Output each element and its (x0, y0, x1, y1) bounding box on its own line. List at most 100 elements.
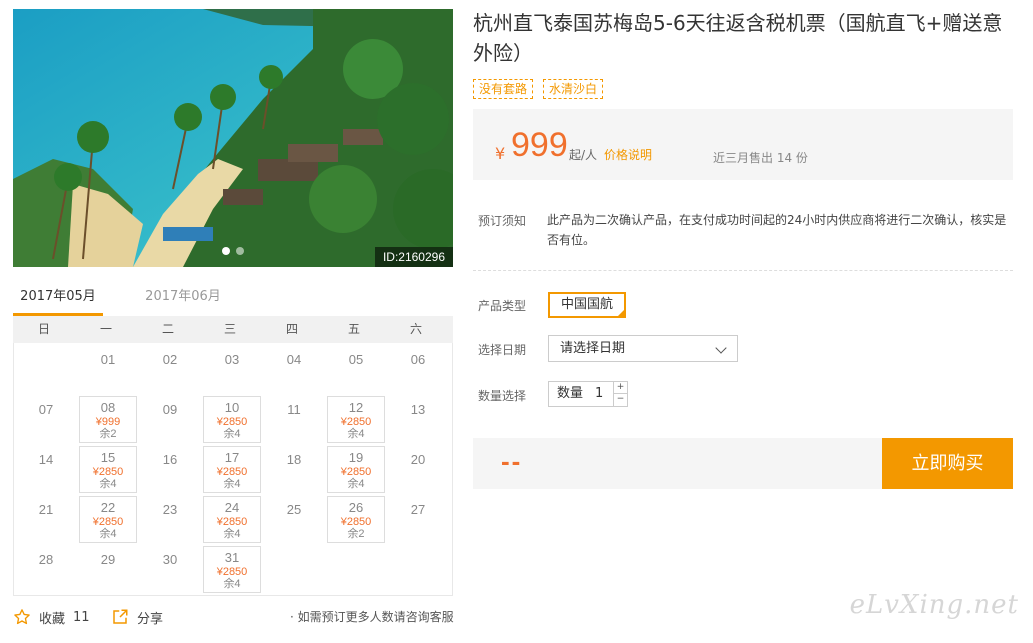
day-number: 02 (162, 352, 178, 367)
carousel-dot-active[interactable] (222, 247, 230, 255)
day-number: 07 (38, 402, 54, 417)
day-remaining: 余4 (99, 528, 117, 540)
divider (473, 270, 1013, 271)
day-number: 25 (286, 502, 302, 517)
buy-now-button[interactable]: 立即购买 (882, 438, 1013, 489)
day-number: 16 (162, 452, 178, 467)
weekday-label: 五 (347, 322, 360, 336)
share-icon (113, 609, 128, 624)
calendar-day: 20 (389, 446, 447, 493)
tag-badge: 没有套路 (473, 79, 534, 99)
calendar-grid: 01 02 03 04 05 06 07 08 ¥999 余2 09 10 ¥2850 余4 11 12 ¥28… (13, 343, 453, 596)
weekday-label: 二 (161, 322, 174, 336)
date-select[interactable]: 请选择日期 (548, 335, 738, 362)
weekday-label: 一 (99, 322, 112, 336)
star-icon (14, 609, 30, 625)
day-price: ¥2850 (216, 516, 248, 528)
carousel-dots[interactable] (222, 247, 244, 255)
calendar-day: 23 (141, 496, 199, 543)
day-number: 29 (100, 552, 116, 567)
day-price: ¥2850 (216, 416, 248, 428)
day-number: 11 (287, 402, 301, 417)
price-amount: 999 (511, 126, 568, 164)
product-type-option[interactable]: 中国国航 (548, 292, 626, 318)
day-number: 13 (410, 402, 426, 417)
product-tags: 没有套路 水清沙白 (473, 79, 604, 99)
product-title: 杭州直飞泰国苏梅岛5-6天往返含税机票（国航直飞+赠送意外险） (473, 11, 1003, 65)
weekday-header: 日 一 二 三 四 五 六 (13, 316, 453, 343)
day-number: 04 (286, 352, 302, 367)
calendar-day-available[interactable]: 17 ¥2850 余4 (203, 446, 261, 493)
favorite-button[interactable]: 收藏 11 (13, 606, 90, 628)
day-remaining: 余2 (347, 528, 365, 540)
tab-month-may[interactable]: 2017年05月 (13, 284, 103, 316)
tag-badge: 水清沙白 (543, 79, 604, 99)
notice-text: 此产品为二次确认产品，在支付成功时间起的24小时内供应商将进行二次确认，核实是否… (547, 213, 1007, 247)
calendar-day: 30 (141, 546, 199, 593)
day-number: 12 (348, 400, 364, 415)
quantity-minus-button[interactable]: − (613, 394, 627, 406)
day-price: ¥2850 (340, 466, 372, 478)
total-price: -- (501, 446, 523, 476)
day-number: 15 (100, 450, 116, 465)
day-number: 18 (286, 452, 302, 467)
day-remaining: 余2 (99, 428, 117, 440)
calendar-day-available[interactable]: 22 ¥2850 余4 (79, 496, 137, 543)
weekday-label: 四 (285, 322, 298, 336)
tab-month-june[interactable]: 2017年06月 (133, 284, 233, 316)
calendar-day-available[interactable]: 15 ¥2850 余4 (79, 446, 137, 493)
day-remaining: 余4 (223, 478, 241, 490)
calendar-day: 28 (17, 546, 75, 593)
price-unit: 起/人 (569, 148, 598, 162)
calendar-day: 25 (265, 496, 323, 543)
day-number: 31 (224, 550, 240, 565)
calendar-day-available[interactable]: 08 ¥999 余2 (79, 396, 137, 443)
day-number: 08 (100, 400, 116, 415)
calendar-day-available[interactable]: 24 ¥2850 余4 (203, 496, 261, 543)
contact-note: · 如需预订更多人数请咨询客服 (290, 610, 454, 624)
calendar-day-available[interactable]: 31 ¥2850 余4 (203, 546, 261, 593)
selected-check-icon (616, 308, 626, 318)
quantity-plus-button[interactable]: + (613, 382, 627, 394)
site-watermark: eLvXing.net (849, 590, 1019, 620)
calendar-day: 05 (327, 346, 385, 393)
day-price: ¥2850 (340, 416, 372, 428)
day-price: ¥2850 (216, 466, 248, 478)
favorite-count: 11 (73, 609, 90, 625)
sold-count: 近三月售出 14 份 (713, 151, 808, 165)
day-number: 19 (348, 450, 364, 465)
month-tabs: 2017年05月 2017年06月 (13, 284, 453, 316)
day-number: 28 (38, 552, 54, 567)
calendar-day-available[interactable]: 12 ¥2850 余4 (327, 396, 385, 443)
day-number: 17 (224, 450, 240, 465)
price-explain-link[interactable]: 价格说明 (604, 146, 652, 163)
product-photo: ID:2160296 (13, 9, 453, 267)
beach-resort-image (13, 9, 453, 267)
weekday-label: 日 (37, 322, 50, 336)
calendar-day-available[interactable]: 10 ¥2850 余4 (203, 396, 261, 443)
quantity-value[interactable]: 1 (595, 382, 603, 406)
day-number: 30 (162, 552, 178, 567)
day-number: 22 (100, 500, 116, 515)
day-remaining: 余4 (223, 428, 241, 440)
calendar-day: 16 (141, 446, 199, 493)
weekday-label: 三 (223, 322, 236, 336)
quantity-label: 数量选择 (478, 389, 527, 403)
day-price: ¥2850 (216, 566, 248, 578)
calendar-day-available[interactable]: 19 ¥2850 余4 (327, 446, 385, 493)
day-number: 03 (224, 352, 240, 367)
day-remaining: 余4 (99, 478, 117, 490)
day-number: 01 (100, 352, 116, 367)
favorite-label: 收藏 (39, 611, 66, 627)
day-price: ¥2850 (340, 516, 372, 528)
calendar-day-available[interactable]: 26 ¥2850 余2 (327, 496, 385, 543)
date-placeholder: 请选择日期 (560, 341, 626, 356)
day-number: 27 (410, 502, 426, 517)
day-price: ¥2850 (92, 466, 124, 478)
carousel-dot[interactable] (236, 247, 244, 255)
product-type-value: 中国国航 (560, 297, 613, 312)
calendar-day: 04 (265, 346, 323, 393)
quantity-prefix: 数量 (557, 386, 584, 401)
purchase-bar: -- 立即购买 (473, 438, 1013, 489)
share-button[interactable]: 分享 (111, 606, 163, 628)
